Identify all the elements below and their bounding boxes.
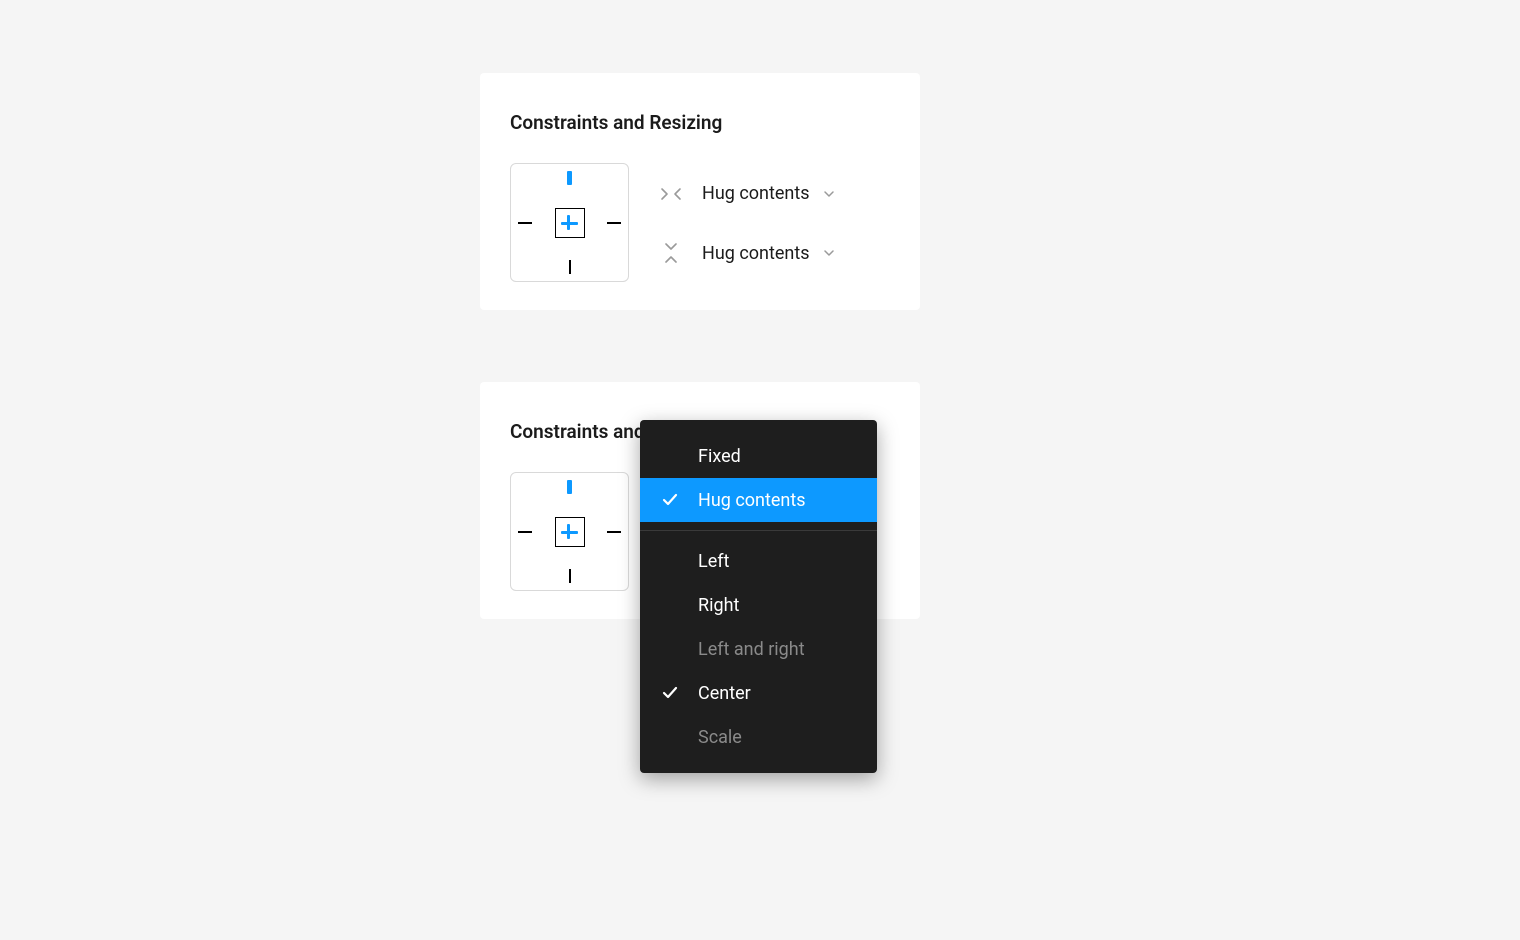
vertical-resizing-label: Hug contents	[702, 243, 810, 264]
constraint-pin-left[interactable]	[518, 222, 532, 224]
constraint-center[interactable]	[555, 517, 585, 547]
constraint-diagram[interactable]	[510, 163, 629, 282]
constraint-pin-top[interactable]	[567, 171, 572, 185]
menu-item-label: Left and right	[698, 639, 805, 660]
menu-item-label: Scale	[698, 727, 742, 748]
constraint-center-vertical	[567, 524, 570, 539]
menu-item: Left and right	[640, 627, 877, 671]
menu-item: Scale	[640, 715, 877, 759]
menu-separator	[640, 530, 877, 531]
menu-item-label: Right	[698, 595, 739, 616]
menu-item-label: Hug contents	[698, 490, 806, 511]
chevron-down-icon	[822, 189, 836, 199]
constraint-center[interactable]	[555, 208, 585, 238]
menu-item-label: Fixed	[698, 446, 741, 467]
menu-item[interactable]: Center	[640, 671, 877, 715]
hug-vertical-icon	[658, 241, 684, 265]
menu-item[interactable]: Hug contents	[640, 478, 877, 522]
check-icon	[662, 686, 698, 700]
hug-horizontal-icon	[658, 187, 684, 201]
constraint-pin-right[interactable]	[607, 222, 621, 224]
menu-item-label: Left	[698, 551, 729, 572]
constraint-pin-bottom[interactable]	[569, 569, 571, 583]
check-icon	[662, 493, 698, 507]
resizing-dropdown-menu[interactable]: Fixed Hug contents Left Right Left and right…	[640, 420, 877, 773]
constraint-pin-right[interactable]	[607, 531, 621, 533]
constraint-pin-bottom[interactable]	[569, 260, 571, 274]
vertical-resizing-dropdown[interactable]: Hug contents	[658, 241, 836, 265]
constraint-center-vertical	[567, 215, 570, 230]
constraint-pin-top[interactable]	[567, 480, 572, 494]
constraint-diagram[interactable]	[510, 472, 629, 591]
menu-item[interactable]: Left	[640, 539, 877, 583]
horizontal-resizing-dropdown[interactable]: Hug contents	[658, 183, 836, 204]
panel-title: Constraints and Resizing	[510, 111, 722, 134]
menu-item[interactable]: Fixed	[640, 434, 877, 478]
horizontal-resizing-label: Hug contents	[702, 183, 810, 204]
constraint-pin-left[interactable]	[518, 531, 532, 533]
constraints-panel: Constraints and Resizing Hug contents	[480, 73, 920, 310]
menu-item-label: Center	[698, 683, 751, 704]
chevron-down-icon	[822, 248, 836, 258]
menu-item[interactable]: Right	[640, 583, 877, 627]
